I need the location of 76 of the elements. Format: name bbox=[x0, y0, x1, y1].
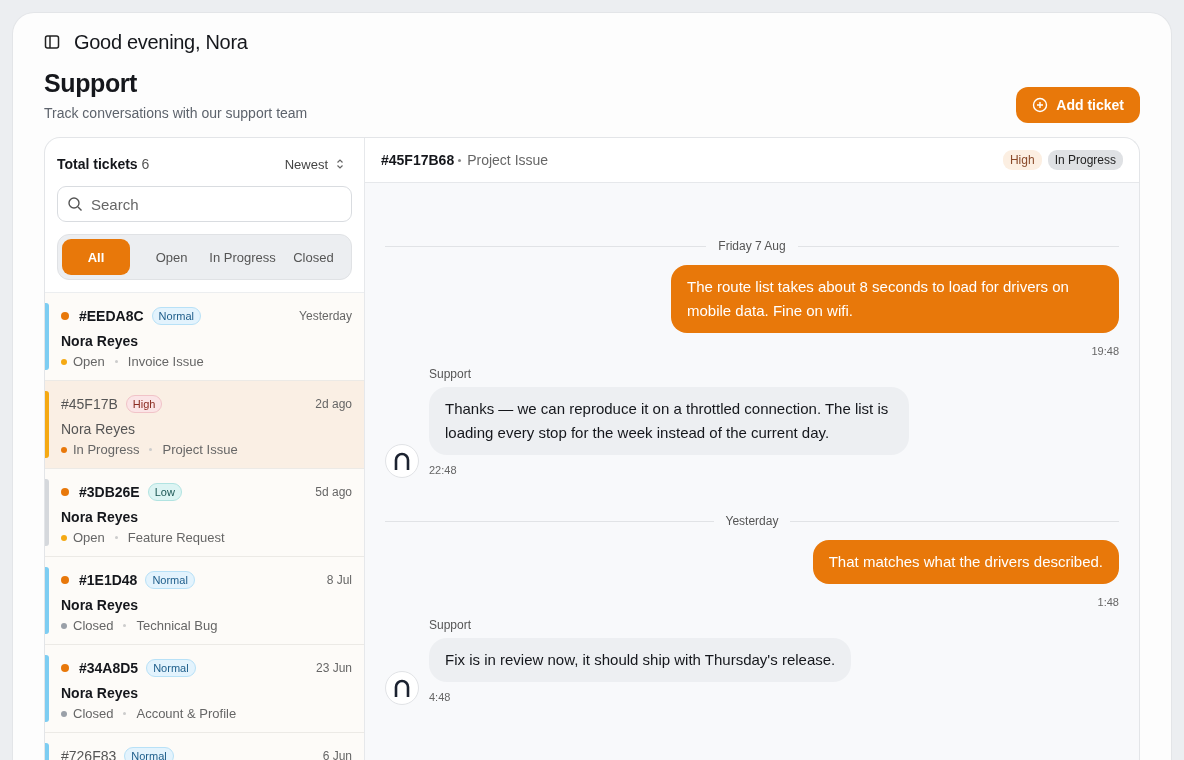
filter-tab[interactable]: In Progress bbox=[207, 239, 278, 275]
ticket-time: 2d ago bbox=[315, 397, 352, 411]
priority-badge: Low bbox=[147, 483, 182, 501]
ticket-time: Yesterday bbox=[299, 309, 352, 323]
unread-dot bbox=[61, 664, 69, 672]
customer-name: Nora Reyes bbox=[61, 421, 136, 437]
ticket-category: Project Issue bbox=[467, 152, 549, 168]
ticket-status: Open bbox=[73, 354, 105, 369]
sender-name: Support bbox=[429, 618, 472, 632]
page-subtitle: Track conversations with our support team bbox=[44, 105, 308, 121]
page-title: Support bbox=[44, 69, 138, 98]
filter-tab[interactable]: Closed bbox=[279, 239, 347, 275]
sort-dropdown[interactable]: Newest bbox=[284, 156, 352, 172]
unread-dot bbox=[61, 488, 69, 496]
message-bubble: Thanks — we can reproduce it on a throttled connection. The list is loading every stop for the week instead of the current day. bbox=[429, 387, 909, 455]
arch-icon bbox=[394, 679, 410, 697]
search-field[interactable]: Search bbox=[57, 186, 352, 222]
ticket-category: Technical Bug bbox=[136, 618, 218, 633]
message-bubble: The route list takes about 8 seconds to load for drivers on mobile data. Fine on wifi. bbox=[671, 265, 1119, 333]
ticket-category: Invoice Issue bbox=[127, 354, 204, 369]
ticket-item[interactable]: #EEDA8C Normal Yesterday Nora Reyes Open Invoice Issue bbox=[45, 293, 364, 381]
ticket-item[interactable]: #45F17B High 2d ago Nora Reyes In Progress Project Issue bbox=[45, 381, 364, 469]
ticket-id: #EEDA8C bbox=[79, 308, 144, 324]
filter-tab[interactable]: Open bbox=[138, 239, 206, 275]
ticket-item[interactable]: #34A8D5 Normal 23 Jun Nora Reyes Closed Account & Profile bbox=[45, 645, 364, 733]
ticket-time: 8 Jul bbox=[326, 573, 352, 587]
customer-name: Nora Reyes bbox=[61, 685, 140, 701]
ticket-status: In Progress bbox=[73, 442, 140, 457]
message-time: 22:48 bbox=[429, 464, 457, 476]
status-dot bbox=[61, 358, 67, 365]
status-badge: In Progress bbox=[1047, 150, 1123, 170]
date-separator: Friday 7 Aug bbox=[718, 239, 786, 253]
date-separator: Yesterday bbox=[725, 514, 779, 528]
message-time: 4:48 bbox=[429, 691, 451, 703]
ticket-category: Feature Request bbox=[127, 530, 225, 545]
message-bubble: Fix is in review now, it should ship with Thursday's release. bbox=[429, 638, 852, 682]
status-dot bbox=[61, 622, 67, 629]
message-time: 1:48 bbox=[1097, 596, 1119, 608]
total-tickets: Total tickets 6 bbox=[57, 156, 150, 172]
customer-name: Nora Reyes bbox=[61, 509, 140, 525]
ticket-status: Closed bbox=[73, 618, 114, 633]
ticket-id: #45F17B bbox=[61, 396, 118, 412]
priority-badge: Normal bbox=[145, 571, 195, 589]
ticket-item[interactable]: #1E1D48 Normal 8 Jul Nora Reyes Closed Technical Bug bbox=[45, 557, 364, 645]
ticket-id: #34A8D5 bbox=[79, 660, 139, 676]
sender-name: Support bbox=[429, 367, 472, 381]
ticket-category: Account & Profile bbox=[136, 706, 237, 721]
status-dot bbox=[61, 710, 67, 717]
ticket-time: 6 Jun bbox=[322, 749, 352, 760]
greeting: Good evening, Nora bbox=[74, 30, 248, 54]
priority-badge: Normal bbox=[124, 747, 174, 760]
customer-name: Nora Reyes bbox=[61, 333, 140, 349]
search-icon bbox=[67, 196, 83, 212]
sort-icon bbox=[336, 158, 344, 170]
ticket-time: 5d ago bbox=[315, 485, 352, 499]
status-dot bbox=[61, 446, 67, 453]
message-time: 19:48 bbox=[1091, 345, 1119, 357]
ticket-id: #3DB26E bbox=[79, 484, 140, 500]
priority-badge: High bbox=[1002, 150, 1042, 170]
ticket-heading: #45F17B68 bbox=[381, 152, 455, 168]
arch-icon bbox=[394, 452, 410, 470]
ticket-item[interactable]: #3DB26E Low 5d ago Nora Reyes Open Feature Request bbox=[45, 469, 364, 557]
status-dot bbox=[61, 534, 67, 541]
priority-badge: High bbox=[125, 395, 163, 413]
customer-name: Nora Reyes bbox=[61, 597, 140, 613]
plus-circle-icon bbox=[1032, 97, 1049, 113]
ticket-status: Open bbox=[73, 530, 105, 545]
priority-badge: Normal bbox=[146, 659, 196, 677]
ticket-category: Project Issue bbox=[162, 442, 238, 457]
ticket-time: 23 Jun bbox=[315, 661, 352, 675]
unread-dot bbox=[61, 312, 69, 320]
ticket-id: #1E1D48 bbox=[79, 572, 138, 588]
unread-dot bbox=[61, 576, 69, 584]
message-bubble: That matches what the drivers described. bbox=[812, 540, 1119, 584]
ticket-status: Closed bbox=[73, 706, 114, 721]
priority-badge: Normal bbox=[151, 307, 202, 325]
